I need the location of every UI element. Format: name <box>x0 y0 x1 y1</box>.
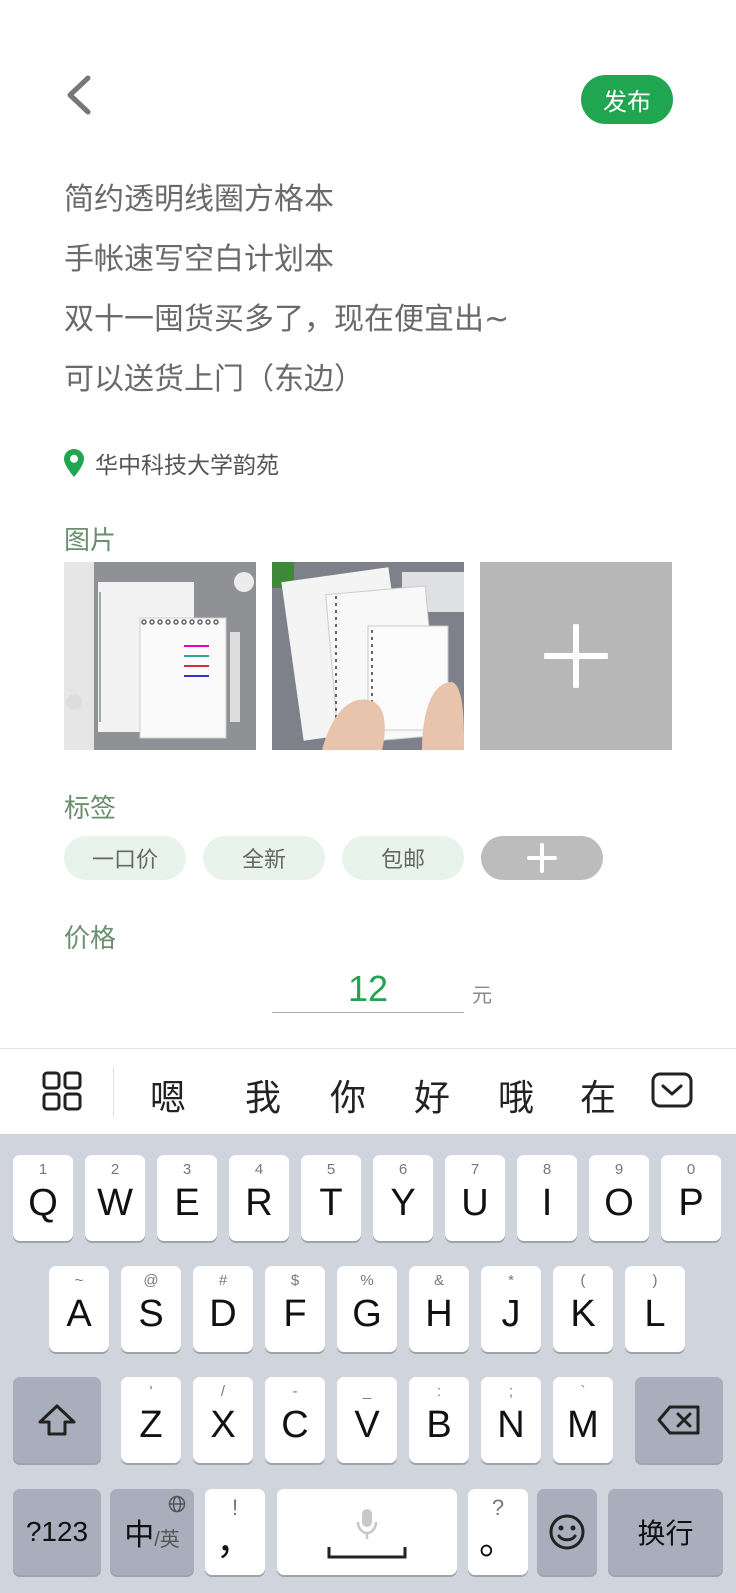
key-g[interactable]: % G <box>337 1266 397 1352</box>
grid-icon[interactable] <box>40 1069 84 1113</box>
key-b[interactable]: :B <box>409 1377 469 1463</box>
shift-icon <box>38 1404 76 1436</box>
numbers-key[interactable]: ?123 <box>13 1489 101 1575</box>
key-z[interactable]: ' Z <box>121 1377 181 1463</box>
tags-label: 标签 <box>64 794 117 824</box>
key-d[interactable]: # D <box>193 1266 253 1352</box>
location-selector[interactable]: 华中科技大学韵苑 <box>63 446 279 480</box>
backspace-icon <box>657 1405 700 1435</box>
candidate-word[interactable]: 哦 <box>498 1069 534 1121</box>
plus-icon <box>527 843 557 873</box>
shift-key[interactable] <box>13 1377 101 1463</box>
publish-button[interactable]: 发布 <box>581 75 673 124</box>
key-l[interactable]: ) L <box>625 1266 685 1352</box>
microphone-icon <box>356 1509 378 1539</box>
key-u[interactable]: 7U <box>445 1155 505 1241</box>
chevron-left-icon <box>67 75 91 115</box>
price-row: 元 <box>272 965 492 1013</box>
key-h[interactable]: & H <box>409 1266 469 1352</box>
description-line: 可以送货上门（东边） <box>64 362 364 397</box>
emoji-key[interactable] <box>537 1489 597 1575</box>
keyboard-collapse-icon[interactable] <box>650 1071 694 1111</box>
price-input[interactable] <box>272 965 464 1013</box>
key-w[interactable]: 2W <box>85 1155 145 1241</box>
key-s[interactable]: @ S <box>121 1266 181 1352</box>
key-c[interactable]: -C <box>265 1377 325 1463</box>
key-m[interactable]: ` M <box>553 1377 613 1463</box>
key-e[interactable]: 3E <box>157 1155 217 1241</box>
plus-icon <box>544 624 608 688</box>
description-line: 双十一囤货买多了，现在便宜出~ <box>64 302 510 337</box>
emoji-icon <box>549 1514 585 1550</box>
backspace-key[interactable] <box>635 1377 723 1463</box>
tag-chip[interactable]: 全新 <box>203 836 325 880</box>
location-pin-icon <box>64 449 84 477</box>
key-t[interactable]: 5T <box>301 1155 361 1241</box>
ime-candidate-bar: 嗯 我 你 好 哦 在 <box>0 1048 736 1134</box>
back-button[interactable] <box>60 72 100 118</box>
candidate-word[interactable]: 在 <box>580 1069 616 1121</box>
location-text: 华中科技大学韵苑 <box>95 453 279 479</box>
key-v[interactable]: _ V <box>337 1377 397 1463</box>
divider <box>113 1067 114 1117</box>
enter-key[interactable]: 换行 <box>608 1489 723 1575</box>
key-j[interactable]: * J <box>481 1266 541 1352</box>
key-n[interactable]: ; N <box>481 1377 541 1463</box>
key-q[interactable]: 1Q <box>13 1155 73 1241</box>
key-k[interactable]: (K <box>553 1266 613 1352</box>
description-text[interactable]: 简约透明线圈方格本 手帐速写空白计划本 双十一囤货买多了，现在便宜出~ 可以送货… <box>64 170 664 410</box>
key-p[interactable]: 0P <box>661 1155 721 1241</box>
key-a[interactable]: ~ A <box>49 1266 109 1352</box>
key-x[interactable]: / X <box>193 1377 253 1463</box>
language-switch-key[interactable]: 中/英 <box>110 1489 194 1575</box>
key-y[interactable]: 6Y <box>373 1155 433 1241</box>
key-f[interactable]: $ F <box>265 1266 325 1352</box>
period-key[interactable]: ?。 <box>468 1489 528 1575</box>
photo-thumbnail[interactable] <box>272 562 464 750</box>
comma-key[interactable]: !， <box>205 1489 265 1575</box>
photo-thumbnail[interactable] <box>64 562 256 750</box>
candidate-word[interactable]: 你 <box>330 1069 366 1121</box>
price-label: 价格 <box>64 924 117 954</box>
candidate-word[interactable]: 我 <box>245 1069 281 1121</box>
add-tag-button[interactable] <box>481 836 603 880</box>
space-key[interactable] <box>277 1489 457 1575</box>
tag-chip[interactable]: 一口价 <box>64 836 186 880</box>
price-unit: 元 <box>472 983 492 1007</box>
description-line: 手帐速写空白计划本 <box>64 242 334 277</box>
space-bar-glyph <box>327 1547 407 1559</box>
key-i[interactable]: 8I <box>517 1155 577 1241</box>
key-o[interactable]: 9O <box>589 1155 649 1241</box>
key-r[interactable]: 4R <box>229 1155 289 1241</box>
tag-chip[interactable]: 包邮 <box>342 836 464 880</box>
photos-label: 图片 <box>64 526 117 556</box>
candidate-word[interactable]: 嗯 <box>150 1069 186 1121</box>
add-photo-button[interactable] <box>480 562 672 750</box>
description-line: 简约透明线圈方格本 <box>64 182 334 217</box>
candidate-word[interactable]: 好 <box>414 1069 450 1121</box>
globe-icon <box>168 1495 186 1513</box>
keyboard: 1Q 2W 3E 4R 5T 6Y 7U 8I 9O 0P ~ A @ S # D $… <box>0 1134 736 1593</box>
